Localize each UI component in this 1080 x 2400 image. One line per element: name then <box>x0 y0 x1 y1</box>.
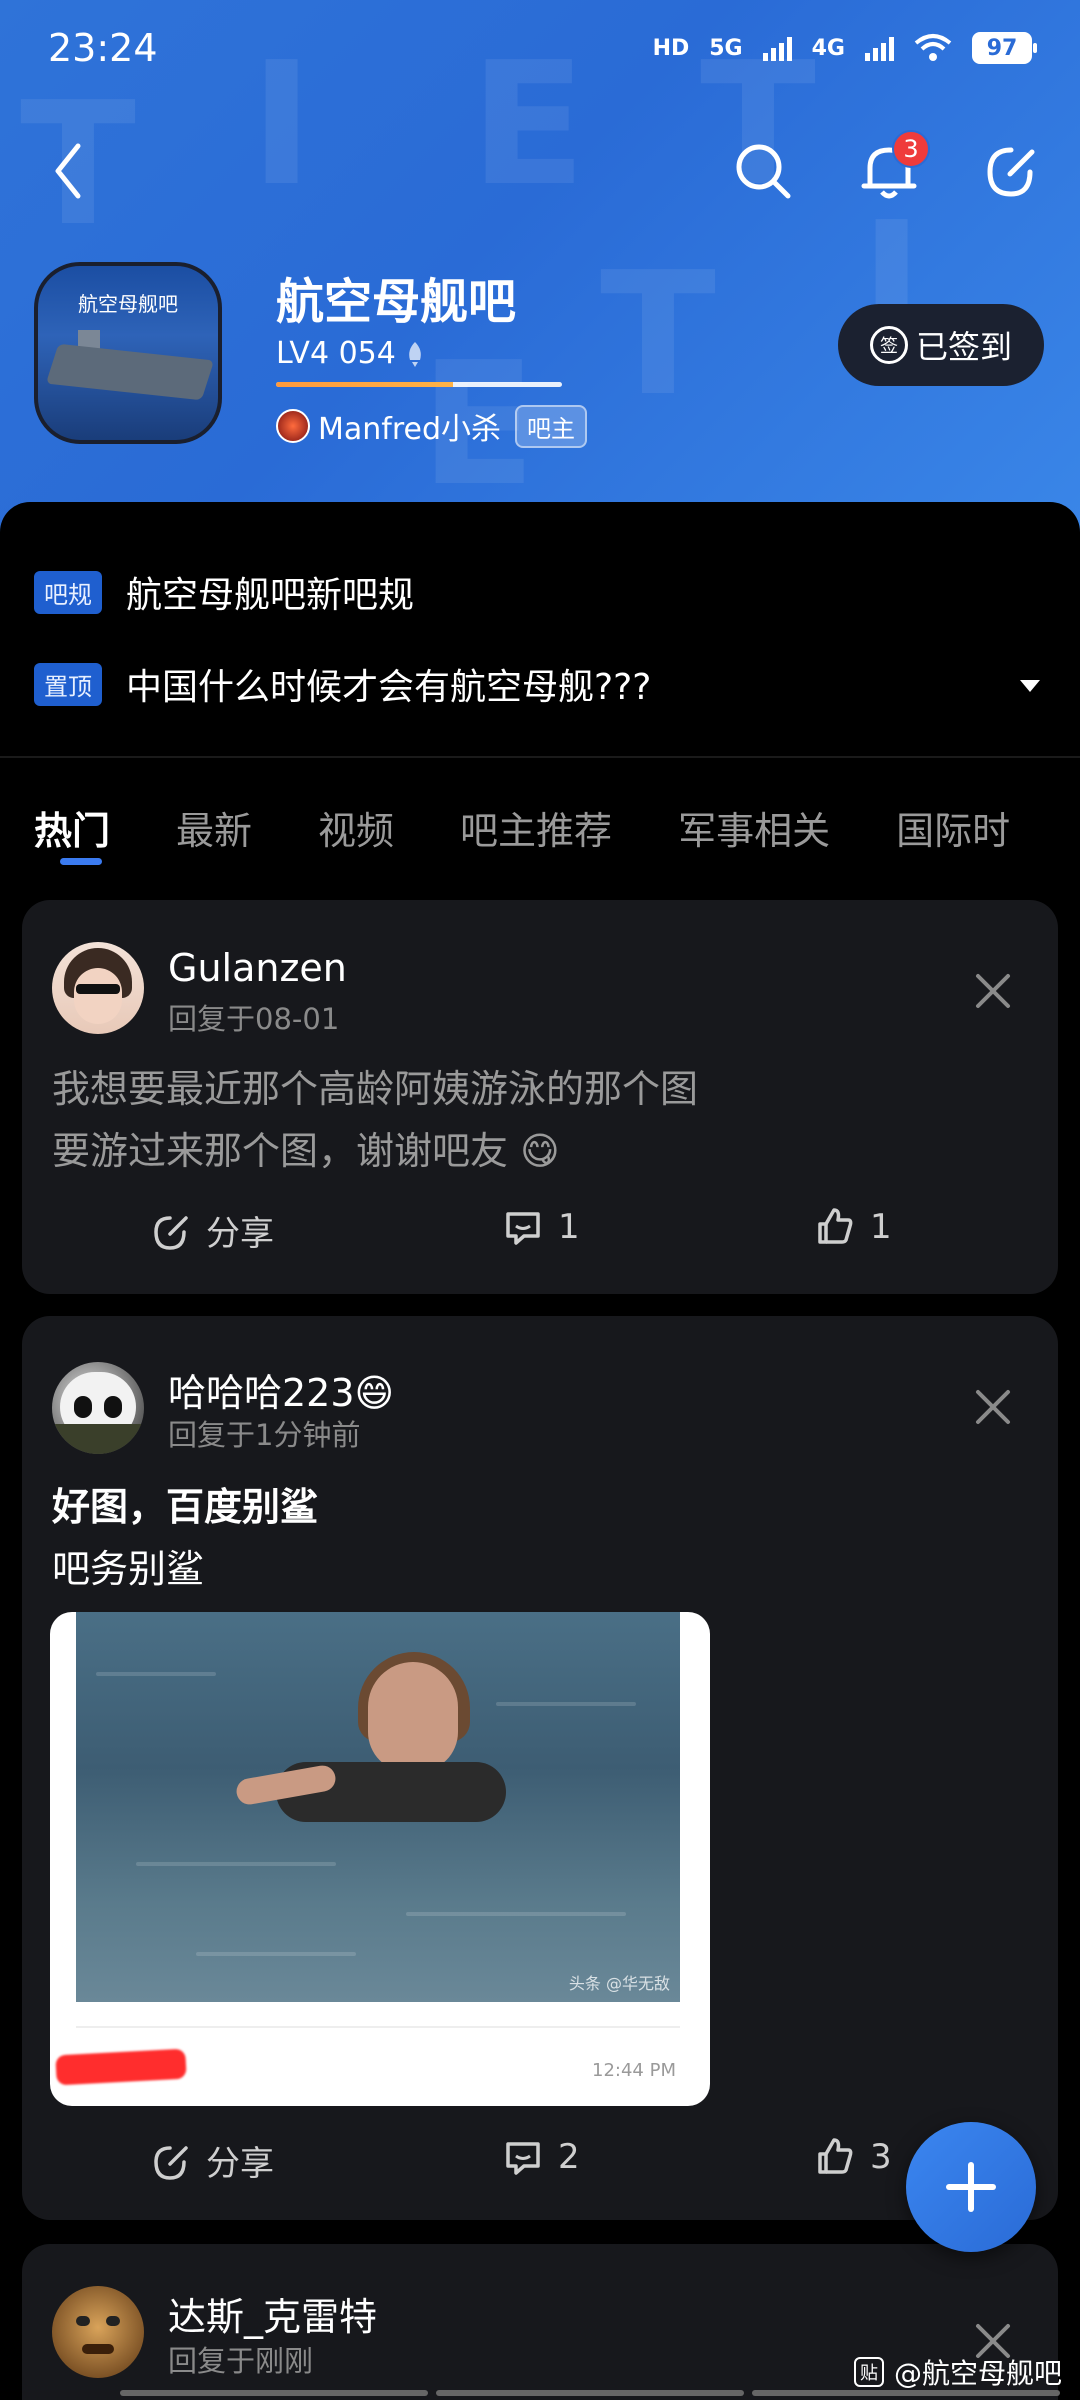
like-count: 3 <box>870 2137 892 2177</box>
notification-count-badge: 3 <box>892 130 930 168</box>
share-button[interactable]: 分享 <box>150 1206 274 1255</box>
share-icon <box>154 2145 188 2180</box>
post-card[interactable]: 哈哈哈223😄 回复于1分钟前 好图，百度别鲨 吧务别鲨 头条 @华无敌 12:… <box>22 1316 1058 2220</box>
notice-rules[interactable]: 吧规 航空母舰吧新吧规 <box>34 566 414 618</box>
redaction-mark <box>55 2048 187 2086</box>
divider <box>0 756 1080 758</box>
like-button[interactable]: 3 <box>814 2136 892 2178</box>
share-icon <box>154 1215 188 1250</box>
hd-indicator: HD <box>652 35 690 61</box>
status-time: 23:24 <box>48 26 158 70</box>
notice-text: 中国什么时候才会有航空母舰??? <box>126 667 652 708</box>
notice-tag: 吧规 <box>34 570 102 614</box>
post-card[interactable]: Gulanzen 回复于08-01 我想要最近那个高龄阿姨游泳的那个图 要游过来… <box>22 900 1058 1294</box>
network-5g-label: 5G <box>709 35 743 61</box>
moderator-name: Manfred小杀 <box>318 412 502 447</box>
post-line: 吧务别鲨 <box>52 1547 205 1591</box>
rocket-icon <box>409 341 421 367</box>
network-4g-label: 4G <box>811 35 845 61</box>
expand-notices-icon[interactable] <box>1020 680 1040 692</box>
comment-button[interactable]: 1 <box>502 1206 580 1248</box>
notice-text: 航空母舰吧新吧规 <box>126 575 415 616</box>
post-actions: 分享 1 1 <box>22 1206 1058 1266</box>
signed-in-button[interactable]: 签 已签到 <box>838 304 1044 386</box>
share-button[interactable]: 分享 <box>150 2136 274 2185</box>
battery-icon: 97 <box>972 32 1037 64</box>
post-meta: 回复于08-01 <box>168 1002 340 1036</box>
tab-video[interactable]: 视频 <box>318 800 394 870</box>
notice-tag: 置顶 <box>34 662 102 706</box>
moderator-info[interactable]: Manfred小杀 吧主 <box>276 404 588 448</box>
forum-level: LV4 054 <box>276 336 426 371</box>
image-watermark: 头条 @华无敌 <box>568 1974 670 1993</box>
new-post-button[interactable] <box>906 2122 1036 2252</box>
user-avatar[interactable] <box>52 1362 144 1454</box>
tab-international[interactable]: 国际时 <box>896 800 1010 870</box>
thumbs-up-icon <box>818 2138 853 2174</box>
thumbs-up-icon <box>818 1208 853 1244</box>
forum-avatar[interactable]: 航空母舰吧 <box>34 262 222 444</box>
post-line: 要游过来那个图，谢谢吧友 😋 <box>52 1129 560 1173</box>
username[interactable]: Gulanzen <box>168 946 347 990</box>
signal-icon <box>865 35 894 61</box>
username[interactable]: 达斯_克雷特 <box>168 2286 377 2341</box>
forum-avatar-text: 航空母舰吧 <box>78 292 178 316</box>
post-actions: 分享 2 3 <box>22 2136 1058 2196</box>
comment-count: 1 <box>558 1207 580 1247</box>
level-progress-bar <box>276 382 562 387</box>
comment-button[interactable]: 2 <box>502 2136 580 2178</box>
user-avatar[interactable] <box>52 942 144 1034</box>
post-meta: 回复于刚刚 <box>168 2344 314 2378</box>
tab-bar: 热门 最新 视频 吧主推荐 军事相关 国际时 <box>34 800 1010 870</box>
close-icon[interactable] <box>974 972 1012 1010</box>
like-count: 1 <box>870 1207 892 1247</box>
close-icon[interactable] <box>974 1388 1012 1426</box>
post-body[interactable]: 好图，百度别鲨 吧务别鲨 <box>52 1476 318 1600</box>
wifi-icon <box>914 34 952 61</box>
moderator-avatar <box>276 409 310 443</box>
header-pattern: T <box>600 236 716 434</box>
share-label: 分享 <box>206 2144 274 2184</box>
comment-icon <box>506 1212 540 1245</box>
tab-military[interactable]: 军事相关 <box>678 800 830 870</box>
edit-post-icon[interactable] <box>978 138 1044 204</box>
post-body[interactable]: 我想要最近那个高龄阿姨游泳的那个图 要游过来那个图，谢谢吧友 😋 <box>52 1058 698 1182</box>
forum-level-text: LV4 054 <box>276 336 396 371</box>
watermark-text: @航空母舰吧 <box>893 2357 1062 2390</box>
tieba-icon: 贴 <box>853 2357 884 2387</box>
tab-latest[interactable]: 最新 <box>176 800 252 870</box>
moderator-badge: 吧主 <box>515 404 588 448</box>
signed-label: 已签到 <box>915 328 1012 366</box>
swimmer-figure <box>368 1662 458 1772</box>
tab-moderator-picks[interactable]: 吧主推荐 <box>460 800 612 870</box>
tab-hot[interactable]: 热门 <box>34 800 110 870</box>
post-line: 好图，百度别鲨 <box>52 1485 319 1529</box>
forum-header: T I E T T I E 23:24 HD 5G 4G 97 3 航空母舰吧 … <box>0 0 1080 540</box>
carrier-image <box>45 343 215 401</box>
sign-icon: 签 <box>869 326 908 364</box>
comment-count: 2 <box>558 2137 580 2177</box>
source-watermark: 贴 @航空母舰吧 <box>853 2352 1062 2392</box>
gesture-bar <box>120 2390 1060 2396</box>
signal-icon <box>762 35 792 61</box>
image-timestamp: 12:44 PM <box>592 2060 676 2081</box>
share-label: 分享 <box>206 1214 274 1254</box>
like-button[interactable]: 1 <box>814 1206 892 1248</box>
post-line: 我想要最近那个高龄阿姨游泳的那个图 <box>52 1067 699 1111</box>
post-meta: 回复于1分钟前 <box>168 1418 361 1452</box>
username[interactable]: 哈哈哈223😄 <box>168 1362 394 1417</box>
notice-pinned[interactable]: 置顶 中国什么时候才会有航空母舰??? <box>34 658 651 710</box>
back-icon[interactable] <box>44 136 94 206</box>
comment-icon <box>506 2142 540 2175</box>
notification-button[interactable]: 3 <box>856 130 930 204</box>
search-icon[interactable] <box>730 138 796 204</box>
forum-title: 航空母舰吧 <box>276 274 517 330</box>
water-photo <box>76 1612 680 2002</box>
post-image[interactable]: 头条 @华无敌 12:44 PM <box>50 1612 710 2106</box>
status-bar: 23:24 HD 5G 4G 97 <box>0 0 1080 100</box>
user-avatar[interactable] <box>52 2286 144 2378</box>
